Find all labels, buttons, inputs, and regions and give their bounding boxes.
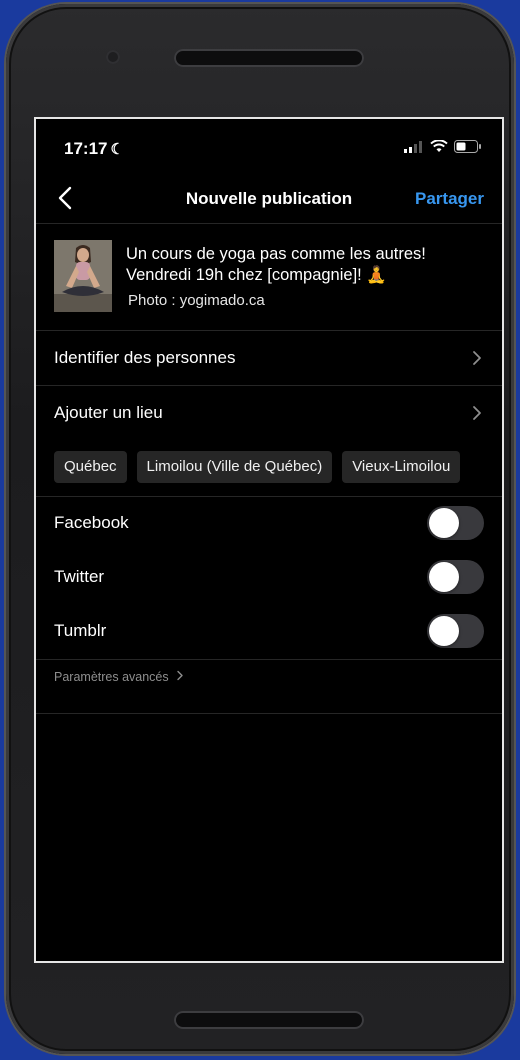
divider <box>36 659 502 660</box>
status-bar: 17:17 ☾ <box>36 119 502 177</box>
photo-credit: Photo : yogimado.ca <box>128 292 265 309</box>
phone-frame: 17:17 ☾ Nouvelle publication Partager Un… <box>6 4 514 1054</box>
chevron-right-icon <box>473 406 481 420</box>
toggle-knob <box>429 562 459 592</box>
chevron-right-icon <box>177 670 183 681</box>
app-screen: 17:17 ☾ Nouvelle publication Partager Un… <box>34 117 504 963</box>
location-chip[interactable]: Vieux-Limoilou <box>342 451 461 483</box>
location-suggestions: Québec Limoilou (Ville de Québec) Vieux-… <box>54 451 461 483</box>
moon-icon: ☾ <box>110 141 124 158</box>
post-caption[interactable]: Un cours de yoga pas comme les autres! V… <box>126 244 486 286</box>
navigation-bar: Nouvelle publication Partager <box>36 177 502 224</box>
advanced-settings-label: Paramètres avancés <box>54 670 169 684</box>
caption-line-1: Un cours de yoga pas comme les autres! <box>126 245 426 263</box>
bottom-speaker <box>174 1011 364 1029</box>
toggle-knob <box>429 616 459 646</box>
share-button[interactable]: Partager <box>415 189 484 209</box>
status-time: 17:17 ☾ <box>64 139 124 159</box>
twitter-share-row: Twitter <box>36 551 502 605</box>
post-thumbnail[interactable] <box>54 240 112 312</box>
status-icons <box>404 140 482 153</box>
twitter-label: Twitter <box>54 567 105 586</box>
tumblr-share-row: Tumblr <box>36 605 502 659</box>
facebook-share-row: Facebook <box>36 497 502 551</box>
signal-icon <box>404 140 422 153</box>
chevron-right-icon <box>473 351 481 365</box>
location-chip[interactable]: Québec <box>54 451 127 483</box>
tumblr-toggle[interactable] <box>427 614 484 648</box>
location-chip[interactable]: Limoilou (Ville de Québec) <box>136 451 333 483</box>
add-location-row[interactable]: Ajouter un lieu <box>36 386 502 440</box>
clock-text: 17:17 <box>64 139 108 158</box>
advanced-settings-link[interactable]: Paramètres avancés <box>54 670 184 684</box>
facebook-toggle[interactable] <box>427 506 484 540</box>
battery-icon <box>454 140 481 153</box>
tag-people-label: Identifier des personnes <box>54 348 236 367</box>
tag-people-row[interactable]: Identifier des personnes <box>36 331 502 386</box>
caption-line-2: Vendredi 19h chez [compagnie]! 🧘 <box>126 266 387 284</box>
twitter-toggle[interactable] <box>427 560 484 594</box>
post-preview: Un cours de yoga pas comme les autres! V… <box>36 224 502 331</box>
tumblr-label: Tumblr <box>54 621 107 640</box>
earpiece-speaker <box>174 49 364 67</box>
yoga-photo-thumbnail <box>54 240 112 312</box>
toggle-knob <box>429 508 459 538</box>
wifi-icon <box>430 140 448 152</box>
divider <box>36 713 502 714</box>
add-location-label: Ajouter un lieu <box>54 403 163 422</box>
front-camera <box>106 50 120 64</box>
facebook-label: Facebook <box>54 513 129 532</box>
